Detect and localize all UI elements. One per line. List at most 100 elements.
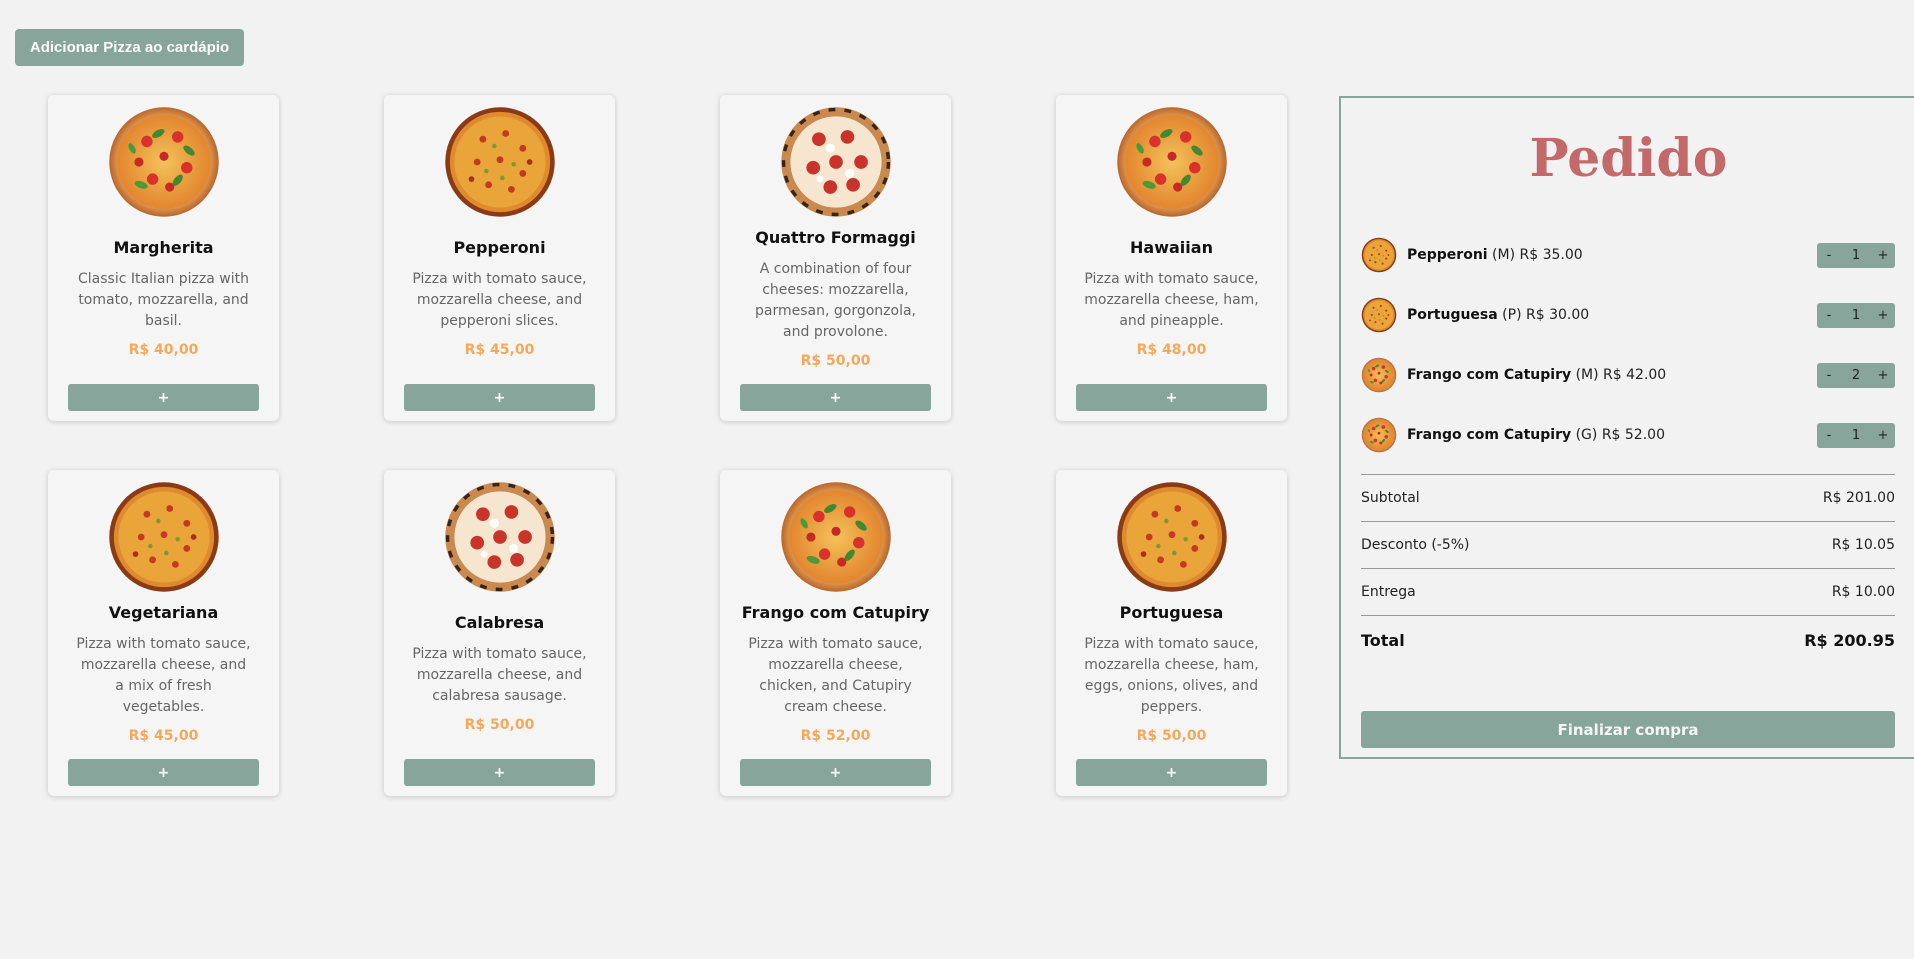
- pizza-image: [443, 480, 557, 594]
- pizza-price: R$ 40,00: [128, 342, 199, 358]
- pizza-price: R$ 50,00: [800, 352, 871, 369]
- subtotal-label: Subtotal: [1361, 490, 1420, 506]
- order-item-name: Frango com Catupiry: [1407, 427, 1572, 443]
- pizza-image: [107, 480, 221, 594]
- pizza-thumbnail: [1361, 417, 1397, 453]
- subtotal-value: R$ 201.00: [1822, 490, 1895, 506]
- pizza-name: Hawaiian: [1130, 238, 1213, 257]
- pizza-card: Quattro Formaggi A combination of four c…: [720, 95, 951, 421]
- discount-value: R$ 10.05: [1831, 537, 1895, 553]
- increase-button[interactable]: +: [1871, 363, 1895, 388]
- add-to-order-button[interactable]: +: [404, 759, 595, 786]
- pizza-description: Pizza with tomato sauce, mozzarella chee…: [76, 635, 251, 715]
- pizza-image: [1115, 480, 1229, 594]
- order-item-size: (M): [1492, 247, 1516, 263]
- pizza-price: R$ 52,00: [800, 727, 871, 744]
- pizza-description: Pizza with tomato sauce, mozzarella chee…: [412, 646, 587, 704]
- pizza-name: Vegetariana: [108, 602, 219, 622]
- pizza-image: [779, 480, 893, 594]
- pizza-description: Pizza with tomato sauce, mozzarella chee…: [1084, 271, 1259, 329]
- order-title: Pedido: [1529, 128, 1728, 189]
- pizza-name: Portuguesa: [1119, 602, 1224, 622]
- discount-label: Desconto (-5%): [1361, 537, 1470, 553]
- pizza-name: Frango com Catupiry: [741, 602, 930, 622]
- quantity-value: 1: [1851, 247, 1861, 263]
- add-to-order-button[interactable]: +: [68, 384, 259, 411]
- divider: [1361, 521, 1895, 522]
- order-item-size: (P): [1502, 307, 1522, 323]
- decrease-button[interactable]: -: [1817, 423, 1841, 448]
- divider: [1361, 615, 1895, 616]
- order-item-size: (G): [1575, 427, 1598, 443]
- order-item: Portuguesa (P) R$ 30.00 - 1 +: [1361, 295, 1895, 335]
- order-item: Frango com Catupiry (G) R$ 52.00 - 1 +: [1361, 415, 1895, 455]
- discount-row: Desconto (-5%) R$ 10.05: [1361, 537, 1895, 553]
- order-item-price: R$ 42.00: [1603, 367, 1667, 383]
- pizza-price: R$ 45,00: [128, 727, 199, 744]
- pizza-name: Margherita: [113, 238, 214, 257]
- pizza-price: R$ 48,00: [1136, 342, 1207, 358]
- pizza-name: Calabresa: [454, 613, 545, 632]
- increase-button[interactable]: +: [1871, 423, 1895, 448]
- quantity-stepper: - 1 +: [1817, 242, 1895, 268]
- order-item-name: Pepperoni: [1407, 247, 1488, 263]
- pizza-image: [443, 105, 557, 219]
- pizza-card: Hawaiian Pizza with tomato sauce, mozzar…: [1056, 95, 1287, 421]
- subtotal-row: Subtotal R$ 201.00: [1361, 490, 1895, 506]
- quantity-value: 1: [1851, 427, 1861, 443]
- delivery-label: Entrega: [1361, 584, 1416, 600]
- quantity-stepper: - 1 +: [1817, 302, 1895, 328]
- order-item-price: R$ 52.00: [1601, 427, 1665, 443]
- pizza-name: Quattro Formaggi: [755, 227, 916, 247]
- decrease-button[interactable]: -: [1817, 243, 1841, 268]
- pizza-image: [1115, 105, 1229, 219]
- pizza-description: A combination of four cheeses: mozzarell…: [755, 260, 916, 340]
- pizza-card: Pepperoni Pizza with tomato sauce, mozza…: [384, 95, 615, 421]
- add-to-order-button[interactable]: +: [740, 759, 931, 786]
- pizza-thumbnail: [1361, 237, 1397, 273]
- add-to-order-button[interactable]: +: [68, 759, 259, 786]
- order-item-name: Frango com Catupiry: [1407, 367, 1572, 383]
- pizza-price: R$ 45,00: [464, 342, 535, 358]
- order-item: Frango com Catupiry (M) R$ 42.00 - 2 +: [1361, 355, 1895, 395]
- add-to-order-button[interactable]: +: [404, 384, 595, 411]
- pizza-image: [107, 105, 221, 219]
- pizza-name: Pepperoni: [453, 238, 546, 257]
- order-item-size: (M): [1575, 367, 1599, 383]
- total-label: Total: [1361, 631, 1405, 650]
- pizza-description: Pizza with tomato sauce, mozzarella chee…: [748, 635, 923, 715]
- quantity-stepper: - 1 +: [1817, 422, 1895, 448]
- pizza-thumbnail: [1361, 297, 1397, 333]
- order-item-name: Portuguesa: [1407, 307, 1498, 323]
- add-to-order-button[interactable]: +: [1076, 759, 1267, 786]
- divider: [1361, 568, 1895, 569]
- pizza-description: Pizza with tomato sauce, mozzarella chee…: [1084, 635, 1259, 715]
- decrease-button[interactable]: -: [1817, 363, 1841, 388]
- pizza-description: Pizza with tomato sauce, mozzarella chee…: [412, 271, 587, 329]
- quantity-stepper: - 2 +: [1817, 362, 1895, 388]
- delivery-row: Entrega R$ 10.00: [1361, 584, 1895, 600]
- pizza-price: R$ 50,00: [1136, 727, 1207, 744]
- pizza-price: R$ 50,00: [464, 717, 535, 733]
- increase-button[interactable]: +: [1871, 303, 1895, 328]
- increase-button[interactable]: +: [1871, 243, 1895, 268]
- quantity-value: 2: [1851, 367, 1861, 383]
- add-to-order-button[interactable]: +: [1076, 384, 1267, 411]
- total-row: Total R$ 200.95: [1361, 631, 1895, 650]
- pizza-card: Vegetariana Pizza with tomato sauce, moz…: [48, 470, 279, 796]
- pizza-description: Classic Italian pizza with tomato, mozza…: [78, 271, 249, 329]
- delivery-value: R$ 10.00: [1831, 584, 1895, 600]
- order-panel: Pedido Pepperoni (M) R$ 35.00 - 1 + Port…: [1339, 96, 1914, 759]
- divider: [1361, 474, 1895, 475]
- quantity-value: 1: [1851, 307, 1861, 323]
- pizza-card: Portuguesa Pizza with tomato sauce, mozz…: [1056, 470, 1287, 796]
- add-to-order-button[interactable]: +: [740, 384, 931, 411]
- pizza-card: Frango com Catupiry Pizza with tomato sa…: [720, 470, 951, 796]
- checkout-button[interactable]: Finalizar compra: [1361, 711, 1895, 748]
- order-item: Pepperoni (M) R$ 35.00 - 1 +: [1361, 235, 1895, 275]
- pizza-card: Margherita Classic Italian pizza with to…: [48, 95, 279, 421]
- pizza-card: Calabresa Pizza with tomato sauce, mozza…: [384, 470, 615, 796]
- add-pizza-button[interactable]: Adicionar Pizza ao cardápio: [15, 29, 244, 66]
- decrease-button[interactable]: -: [1817, 303, 1841, 328]
- total-value: R$ 200.95: [1804, 631, 1895, 650]
